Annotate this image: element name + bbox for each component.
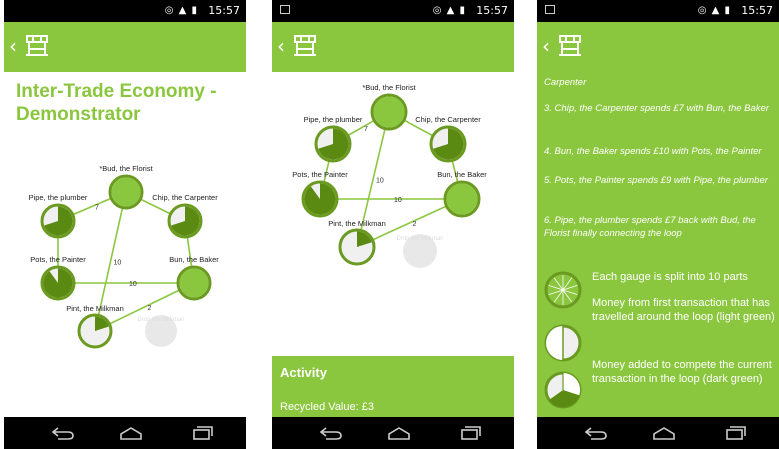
- activity-title: Activity: [280, 365, 327, 380]
- explanation-panel: Carpenter 3. Chip, the Carpenter spends …: [537, 72, 779, 417]
- node-label-pots: Pots, the Painter: [30, 255, 86, 264]
- node-gauge-chip[interactable]: [167, 203, 203, 239]
- node-gauge-pint[interactable]: [77, 313, 113, 349]
- home-nav-icon[interactable]: [118, 425, 144, 441]
- node-gauge-pots[interactable]: [301, 180, 339, 218]
- edge-value-label: 2: [148, 305, 152, 312]
- node-gauge-pipe[interactable]: [40, 203, 76, 239]
- navigation-bar: [4, 417, 246, 449]
- trade-loop-diagram: 10 7 10 2 Drop the Milkman *Bud, the Florist P…: [29, 164, 219, 349]
- signal-battery-icons: ◎ ▲ ▮: [697, 5, 731, 16]
- node-gauge-pots[interactable]: [40, 265, 76, 301]
- activity-panel: Activity Recycled Value: £3: [272, 356, 514, 417]
- node-label-bun: Bun, the Baker: [169, 255, 219, 264]
- notification-icon: [545, 5, 555, 14]
- recents-nav-icon[interactable]: [188, 425, 214, 441]
- dark-green-gauge-icon: [544, 371, 582, 409]
- edge-value-label: 7: [364, 126, 368, 133]
- back-nav-icon[interactable]: [583, 425, 609, 441]
- inactive-node-label: Drop the Milkman: [396, 236, 443, 242]
- node-label-bud: *Bud, the Florist: [99, 164, 153, 173]
- edge-value-label: 10: [129, 281, 137, 288]
- up-caret-icon[interactable]: ‹: [542, 34, 550, 58]
- home-nav-icon[interactable]: [651, 425, 677, 441]
- node-label-bun: Bun, the Baker: [437, 170, 487, 179]
- half-light-gauge-icon: [544, 324, 582, 362]
- node-label-pint: Pint, the Milkman: [328, 219, 386, 228]
- node-label-chip: Chip, the Carpenter: [415, 115, 481, 124]
- step-text: Carpenter: [544, 77, 587, 88]
- step-text: 4. Bun, the Baker spends £10 with Pots, …: [544, 146, 762, 157]
- node-gauge-bun[interactable]: [176, 265, 212, 301]
- status-bar: ◎ ▲ ▮ 15:57: [537, 0, 779, 22]
- node-label-pipe: Pipe, the plumber: [29, 193, 88, 202]
- status-time: 15:57: [741, 4, 773, 17]
- node-label-pots: Pots, the Painter: [292, 170, 348, 179]
- node-gauge-chip[interactable]: [429, 125, 467, 163]
- recents-nav-icon[interactable]: [456, 425, 482, 441]
- edge-value-label: 10: [114, 260, 122, 267]
- phone-screen-activity: ◎ ▲ ▮ 15:57 ‹ 10 7 10 2 Drop the Milkman *Bud…: [272, 0, 514, 449]
- node-label-bud: *Bud, the Florist: [362, 83, 416, 92]
- back-nav-icon[interactable]: [318, 425, 344, 441]
- phone-screen-demonstrator: ◎ ▲ ▮ 15:57 ‹ Inter-Trade Economy - Demo…: [4, 0, 246, 449]
- action-bar: ‹: [537, 22, 779, 72]
- node-gauge-pipe[interactable]: [314, 125, 352, 163]
- legend-text: Money from first transaction that has tr…: [592, 297, 775, 323]
- back-nav-icon[interactable]: [50, 425, 76, 441]
- node-gauge-bud[interactable]: [108, 174, 144, 210]
- phone-screen-explanation: ◎ ▲ ▮ 15:57 ‹ Carpenter 3. Chip, the Car…: [537, 0, 779, 449]
- node-label-pipe: Pipe, the plumber: [304, 115, 363, 124]
- node-label-pint: Pint, the Milkman: [66, 304, 124, 313]
- market-stall-icon[interactable]: [557, 34, 583, 58]
- step-text: 5. Pots, the Painter spends £9 with Pipe…: [544, 175, 768, 186]
- recents-nav-icon[interactable]: [721, 425, 747, 441]
- navigation-bar: [537, 417, 779, 449]
- home-nav-icon[interactable]: [386, 425, 412, 441]
- navigation-bar: [272, 417, 514, 449]
- edge-value-label: 2: [413, 221, 417, 228]
- inactive-node-label: Drop the Milkman: [137, 317, 184, 323]
- edge-value-label: 10: [376, 178, 384, 185]
- recycled-value: Recycled Value: £3: [280, 401, 374, 413]
- edge-value-label: 10: [394, 197, 402, 204]
- node-gauge-pint[interactable]: [338, 228, 376, 266]
- legend-text: Money added to compete the current trans…: [592, 359, 772, 385]
- edge-value-label: 7: [95, 205, 99, 212]
- ten-part-gauge-icon: [544, 271, 582, 309]
- node-label-chip: Chip, the Carpenter: [152, 193, 218, 202]
- node-gauge-bud[interactable]: [370, 93, 408, 131]
- step-text: 3. Chip, the Carpenter spends £7 with Bu…: [544, 103, 769, 114]
- step-text: 6. Pipe, the plumber spends £7 back with…: [544, 215, 756, 239]
- legend-text: Each gauge is split into 10 parts: [592, 271, 748, 283]
- node-gauge-bun[interactable]: [443, 180, 481, 218]
